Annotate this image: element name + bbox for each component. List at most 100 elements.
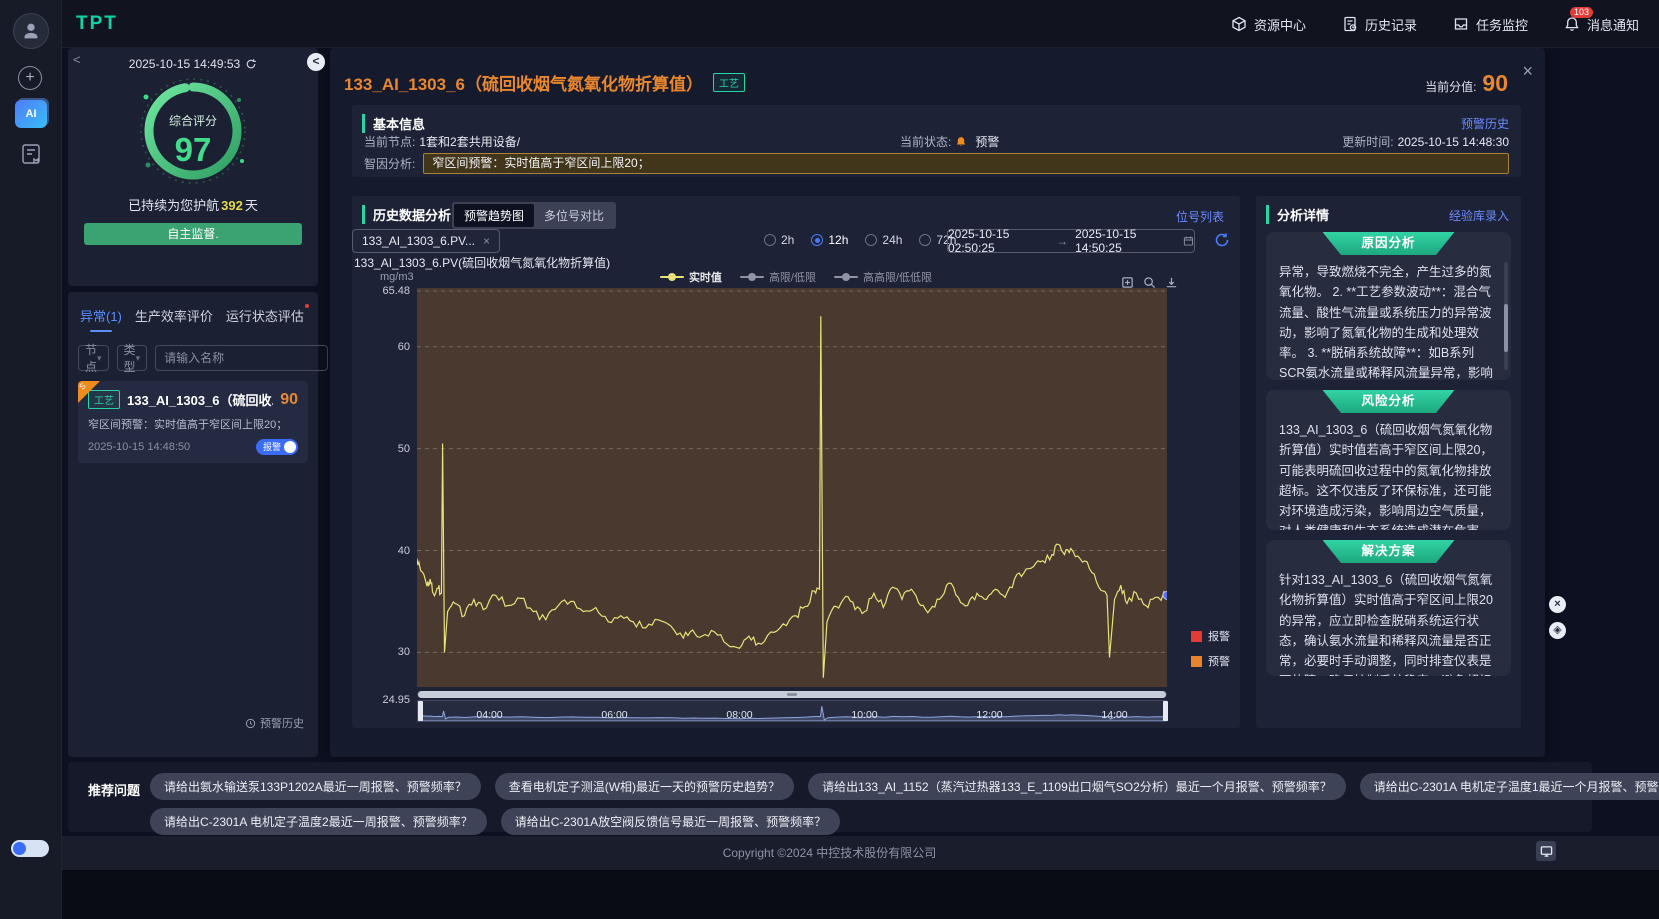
name-search-input[interactable]	[155, 345, 328, 371]
node-select[interactable]: 节点▾	[78, 345, 109, 371]
question-chip[interactable]: 请给出C-2301A 电机定子温度2最近一周报警、预警频率？	[150, 808, 487, 835]
question-chip[interactable]: 请给出C-2301A放空阀反馈信号最近一周报警、预警频率？	[501, 808, 840, 835]
alert-list-item[interactable]: S 工艺 133_AI_1303_6（硫回收... 90 窄区间预警：实时值高于…	[78, 381, 308, 463]
remote-desktop-icon[interactable]	[1536, 841, 1556, 861]
date-range-picker[interactable]: 2025-10-15 02:50:25 → 2025-10-15 14:50:2…	[947, 229, 1195, 253]
collapse-arrow-icon[interactable]: <	[73, 52, 81, 67]
chart-legend: 实时值 高限/低限 高高限/低低限	[352, 269, 1240, 285]
cube-icon	[1231, 16, 1247, 32]
journal-icon[interactable]	[19, 142, 43, 166]
y-tick-label: 40	[352, 545, 410, 557]
datazoom-slider[interactable]	[417, 700, 1167, 722]
solution-text: 针对133_AI_1303_6（硫回收烟气氮氧化物折算值）实时值高于窄区间上限2…	[1279, 570, 1498, 676]
arrow-right-icon: →	[1056, 234, 1068, 248]
status-legend-item[interactable]: 预警	[1191, 653, 1230, 669]
float-close-button[interactable]: ×	[1549, 596, 1566, 613]
question-chip[interactable]: 请给出C-2301A 电机定子温度1最近一个月报警、预警频率？	[1360, 773, 1659, 800]
tab-efficiency[interactable]: 生产效率评价	[135, 306, 213, 332]
question-chip[interactable]: 请给出氨水输送泵133P1202A最近一周报警、预警频率？	[150, 773, 481, 800]
inbox-icon	[1453, 16, 1469, 32]
refresh-icon[interactable]	[245, 58, 257, 70]
side-rail: + AI	[0, 0, 62, 919]
remove-chip-icon[interactable]: ×	[483, 234, 490, 248]
craft-tag: 工艺	[713, 73, 745, 92]
chart-mode-tabs: 预警趋势图 多位号对比	[452, 202, 616, 229]
alert-desc: 窄区间预警：实时值高于窄区间上限20；	[88, 416, 298, 432]
warn-history-link[interactable]: 预警历史	[1461, 115, 1509, 132]
tab-multi-tag[interactable]: 多位号对比	[534, 204, 614, 227]
float-pan-button[interactable]: ◈	[1549, 622, 1566, 639]
escort-text: 已持续为您护航392天	[68, 195, 318, 214]
app-root: TPT 资源中心 历史记录 任务监控 103 消息通知	[0, 0, 1659, 919]
user-avatar[interactable]	[13, 13, 49, 49]
radio-2h[interactable]: 2h	[764, 233, 794, 247]
warn-history-link[interactable]: 预警历史	[245, 715, 304, 731]
calendar-icon	[1183, 235, 1194, 247]
experience-entry-link[interactable]: 经验库录入	[1449, 207, 1509, 224]
panel-timestamp: 2025-10-15 14:49:53	[129, 57, 240, 71]
nav-history[interactable]: 历史记录	[1342, 15, 1417, 34]
status-legend: 报警预警	[1191, 628, 1230, 678]
status-legend-item[interactable]: 报警	[1191, 628, 1230, 644]
status-badge: 预警	[975, 133, 999, 150]
filters-row: 节点▾ 类型▾	[78, 345, 308, 371]
card-ribbon: 原因分析	[1323, 232, 1455, 255]
y-tick-label: 30	[352, 646, 410, 658]
top-header: TPT 资源中心 历史记录 任务监控 103 消息通知	[0, 0, 1659, 48]
escort-days: 392	[221, 198, 243, 213]
alarm-toggle[interactable]: 报警	[256, 439, 298, 455]
ai-analysis-row: 智因分析: 窄区间预警：实时值高于窄区间上限20；	[364, 153, 1509, 174]
date-from: 2025-10-15 02:50:25	[948, 227, 1049, 255]
cause-analysis-card: 原因分析 异常，导致燃烧不完全，产生过多的氮氧化物。 2. **工艺参数波动**…	[1266, 232, 1511, 380]
toggle-knob	[13, 842, 26, 855]
x-tick-label: 14:00	[1093, 709, 1137, 721]
refresh-chart-button[interactable]	[1214, 232, 1230, 248]
current-score: 当前分值:90	[1425, 70, 1508, 97]
tab-anomaly[interactable]: 异常(1)	[80, 306, 122, 332]
question-chip[interactable]: 查看电机定子测温(W相)最近一天的预警历史趋势？	[495, 773, 794, 800]
nav-label: 任务监控	[1476, 15, 1528, 34]
questions-label: 推荐问题	[88, 780, 140, 799]
card-ribbon: 解决方案	[1323, 540, 1455, 563]
legend-item[interactable]: 实时值	[660, 269, 722, 285]
analysis-detail-section: 分析详情 经验库录入 原因分析 异常，导致燃烧不完全，产生过多的氮氧化物。 2.…	[1256, 196, 1521, 728]
self-monitor-button[interactable]: 自主监督.	[84, 223, 302, 245]
chevron-down-icon: ▾	[136, 353, 141, 364]
type-select[interactable]: 类型▾	[117, 345, 148, 371]
notification-badge: 103	[1570, 7, 1593, 18]
legend-item[interactable]: 高限/低限	[740, 269, 816, 285]
nav-label: 消息通知	[1587, 15, 1639, 34]
panel-collapse-button[interactable]: <	[307, 53, 325, 71]
nav-task-monitor[interactable]: 任务监控	[1453, 15, 1528, 34]
footer: Copyright ©2024 中控技术股份有限公司	[0, 836, 1659, 870]
tag-list-link[interactable]: 位号列表	[1176, 208, 1224, 225]
close-icon[interactable]: ×	[1522, 61, 1533, 82]
tab-status-eval[interactable]: 运行状态评估	[226, 306, 304, 332]
panel-timestamp-row: 2025-10-15 14:49:53	[68, 57, 318, 71]
detail-dialog: 133_AI_1303_6（硫回收烟气氮氧化物折算值） 工艺 当前分值:90 ×…	[330, 48, 1545, 757]
new-session-button[interactable]: +	[18, 66, 42, 90]
question-chip[interactable]: 请给出133_AI_1152（蒸汽过热器133_E_1109出口烟气SO2分析）…	[808, 773, 1346, 800]
ai-assistant-button[interactable]: AI	[15, 100, 47, 128]
tag-chip-label: 133_AI_1303_6.PV...	[362, 234, 475, 248]
section-title: 分析详情	[1266, 205, 1329, 224]
radio-24h[interactable]: 24h	[865, 233, 902, 247]
copyright-text: Copyright ©2024 中控技术股份有限公司	[0, 836, 1659, 870]
cause-analysis-text: 异常，导致燃烧不完全，产生过多的氮氧化物。 2. **工艺参数波动**：混合气流…	[1279, 262, 1498, 380]
current-node: 当前节点:1套和2套共用设备/	[364, 133, 520, 150]
nav-notifications[interactable]: 103 消息通知	[1564, 15, 1639, 34]
radio-12h[interactable]: 12h	[811, 233, 848, 247]
tab-warn-trend[interactable]: 预警趋势图	[454, 204, 534, 227]
chevron-down-icon: ▾	[97, 353, 102, 364]
nav-resource-center[interactable]: 资源中心	[1231, 15, 1306, 34]
tag-chip[interactable]: 133_AI_1303_6.PV... ×	[352, 229, 500, 253]
dialog-title: 133_AI_1303_6（硫回收烟气氮氧化物折算值）	[344, 70, 703, 95]
alert-time: 2025-10-15 14:48:50	[88, 441, 190, 453]
anomaly-tabs: 异常(1) 生产效率评价 运行状态评估	[68, 292, 318, 332]
legend-item[interactable]: 高高限/低低限	[834, 269, 932, 285]
theme-toggle[interactable]	[11, 840, 49, 857]
alert-score: 90	[280, 391, 298, 409]
score-panel: < 2025-10-15 14:49:53 综合评分 97	[68, 48, 318, 286]
card-scroll-thumb[interactable]	[1504, 304, 1508, 352]
chart-scrollbar[interactable]	[417, 691, 1167, 698]
